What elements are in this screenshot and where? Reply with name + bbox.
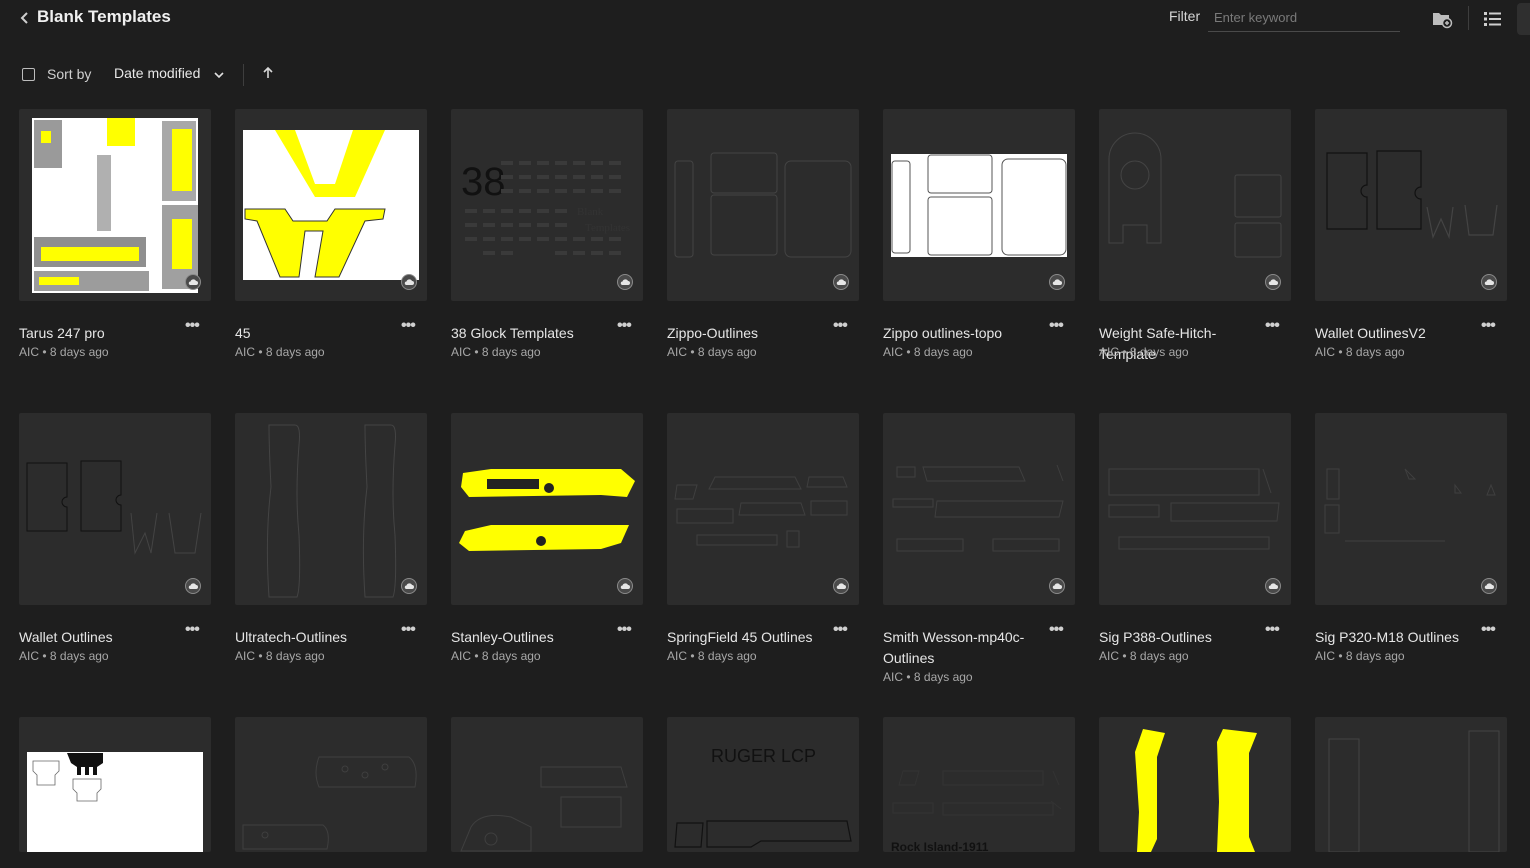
file-name[interactable]: Wallet OutlinesV2 [1315,323,1475,344]
cloud-icon [1049,578,1065,594]
sort-divider [243,64,244,86]
file-thumbnail[interactable] [451,413,643,605]
file-meta: AIC • 8 days ago [451,345,541,359]
file-name[interactable]: Smith Wesson-mp40c-Outlines [883,627,1043,669]
sort-label: Sort by [47,66,92,82]
file-thumbnail[interactable]: Rock Island-1911 [883,717,1075,852]
cloud-icon [185,274,201,290]
list-view-icon[interactable] [1482,8,1504,30]
file-meta: AIC • 8 days ago [235,345,325,359]
file-thumbnail[interactable] [1099,717,1291,852]
sort-dropdown[interactable]: Date modified [114,65,224,82]
file-meta: AIC • 8 days ago [1315,649,1405,663]
thumb-label: Rock Island-1911 [891,840,989,852]
file-thumbnail[interactable] [19,109,211,301]
file-meta: AIC • 8 days ago [1315,345,1405,359]
cloud-icon [1049,274,1065,290]
filter-keyword-input[interactable] [1208,4,1400,32]
chevron-down-icon [214,66,224,82]
file-thumbnail[interactable] [1099,109,1291,301]
panel-toggle-button[interactable] [1517,3,1530,35]
more-icon[interactable]: ••• [185,622,207,641]
file-thumbnail[interactable] [451,717,643,852]
file-thumbnail[interactable] [1315,717,1507,852]
sort-value: Date modified [114,65,201,81]
top-bar: Blank Templates Filter [0,0,1530,40]
cloud-icon [185,578,201,594]
cloud-icon [1265,274,1281,290]
more-icon[interactable]: ••• [1481,622,1503,641]
cloud-icon [833,578,849,594]
cloud-icon [401,274,417,290]
more-icon[interactable]: ••• [1265,622,1287,641]
select-all-checkbox[interactable] [22,68,35,81]
more-icon[interactable]: ••• [401,622,423,641]
file-thumbnail[interactable] [1099,413,1291,605]
file-name[interactable]: 45 [235,323,395,344]
cloud-icon [617,274,633,290]
page-title: Blank Templates [37,7,171,26]
file-meta: AIC • 8 days ago [1099,649,1189,663]
file-thumbnail[interactable] [235,413,427,605]
toolbar-divider [1468,6,1469,30]
back-chevron-icon[interactable] [18,9,32,27]
file-thumbnail[interactable] [883,109,1075,301]
filter-label: Filter [1169,8,1201,24]
file-thumbnail[interactable] [19,413,211,605]
more-icon[interactable]: ••• [1481,318,1503,337]
cloud-icon [1481,578,1497,594]
more-icon[interactable]: ••• [833,622,855,641]
file-name[interactable]: Sig P388-Outlines [1099,627,1259,648]
file-name[interactable]: Tarus 247 pro [19,323,179,344]
file-meta: AIC • 8 days ago [883,345,973,359]
sort-bar: Sort by Date modified [0,60,600,88]
file-name[interactable]: 38 Glock Templates [451,323,611,344]
file-thumbnail[interactable] [667,413,859,605]
file-thumbnail[interactable] [235,717,427,852]
file-meta: AIC • 8 days ago [19,649,109,663]
more-icon[interactable]: ••• [833,318,855,337]
file-thumbnail[interactable] [235,109,427,301]
file-thumbnail[interactable] [1315,109,1507,301]
cloud-icon [617,578,633,594]
file-thumbnail[interactable] [667,109,859,301]
cloud-icon [401,578,417,594]
file-meta: AIC • 8 days ago [19,345,109,359]
file-thumbnail[interactable] [19,717,211,852]
file-name[interactable]: Zippo-Outlines [667,323,827,344]
file-name[interactable]: Sig P320-M18 Outlines [1315,627,1475,648]
file-thumbnail[interactable]: RUGER LCP [667,717,859,852]
more-icon[interactable]: ••• [401,318,423,337]
more-icon[interactable]: ••• [1049,318,1071,337]
file-thumbnail[interactable] [1315,413,1507,605]
file-name[interactable]: Stanley-Outlines [451,627,611,648]
file-meta: AIC • 8 days ago [667,649,757,663]
arrow-up-icon[interactable] [261,65,275,81]
cloud-icon [833,274,849,290]
more-icon[interactable]: ••• [1049,622,1071,641]
file-meta: AIC • 8 days ago [235,649,325,663]
file-meta: AIC • 8 days ago [667,345,757,359]
new-folder-icon[interactable] [1431,8,1453,30]
more-icon[interactable]: ••• [1265,318,1287,337]
cloud-icon [1265,578,1281,594]
thumb-label: RUGER LCP [711,746,816,766]
file-name[interactable]: SpringField 45 Outlines [667,627,827,648]
file-thumbnail[interactable]: 38 Blank Templates [451,109,643,301]
more-icon[interactable]: ••• [617,622,639,641]
thumb-caption: Blank [577,206,604,218]
file-name[interactable]: Zippo outlines-topo [883,323,1043,344]
cloud-icon [1481,274,1497,290]
more-icon[interactable]: ••• [617,318,639,337]
file-thumbnail[interactable] [883,413,1075,605]
file-name[interactable]: Ultratech-Outlines [235,627,395,648]
file-name[interactable]: Wallet Outlines [19,627,179,648]
thumb-number: 38 [461,160,506,204]
file-meta: AIC • 8 days ago [883,670,973,684]
file-meta: AIC • 8 days ago [451,649,541,663]
more-icon[interactable]: ••• [185,318,207,337]
file-meta: AIC • 8 days ago [1099,345,1189,359]
thumb-caption: Templates [585,222,630,234]
